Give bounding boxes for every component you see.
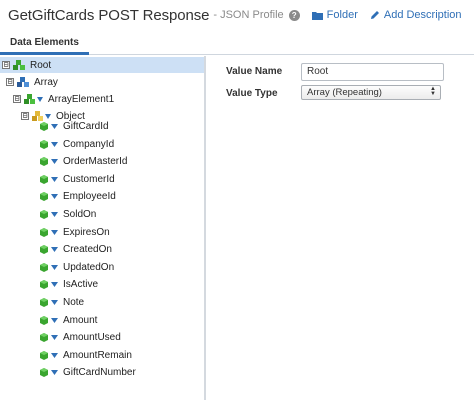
page-subtitle: - JSON Profile [213,9,284,21]
field-icon [40,297,58,307]
tree-node-label: SoldOn [63,208,97,220]
page-header: GetGiftCards POST Response - JSON Profil… [0,0,474,30]
tree-node-label: OrderMasterId [63,155,128,167]
tree-node-label: CreatedOn [63,243,112,255]
data-elements-tree: ⊟ Root ⊟ Array ⊟ ArrayElement1 ⊟ Object … [0,56,206,400]
collapse-toggle-icon[interactable]: ⊟ [13,95,21,103]
tree-node-field[interactable]: UpdatedOn [39,259,114,275]
help-icon[interactable]: ? [288,9,300,21]
tree-node-label: ArrayElement1 [48,93,115,105]
tree-node-label: AmountRemain [63,349,132,361]
collapse-toggle-icon[interactable]: ⊟ [21,112,29,120]
tree-node-field[interactable]: IsActive [39,276,98,292]
tree-node-array[interactable]: ⊟ Array [6,74,58,90]
field-icon [40,121,58,131]
tree-node-label: CompanyId [63,138,115,150]
tree-node-field[interactable]: AmountUsed [39,329,121,345]
field-icon [40,244,58,254]
field-icon [40,174,58,184]
page-title: GetGiftCards POST Response [8,6,210,24]
tree-node-field[interactable]: Note [39,294,84,310]
tree-node-field[interactable]: Amount [39,312,97,328]
tree-node-field[interactable]: AmountRemain [39,347,132,363]
pencil-icon [370,11,379,19]
tree-node-field[interactable]: OrderMasterId [39,153,127,169]
tab-bar: Data Elements [0,34,474,55]
tree-node-label: UpdatedOn [63,261,115,273]
field-icon [40,332,58,342]
field-icon [40,262,58,272]
tree-node-label: ExpiresOn [63,226,110,238]
tree-node-field[interactable]: GiftCardId [39,118,109,134]
select-arrows-icon: ▲ ▼ [430,86,436,97]
field-icon [40,279,58,289]
tree-node-label: AmountUsed [63,331,121,343]
add-description-label: Add Description [383,9,462,21]
tree-node-field[interactable]: ExpiresOn [39,224,110,240]
value-name-label: Value Name [226,66,283,77]
tree-node-label: IsActive [63,278,99,290]
array-element-icon [24,93,43,104]
field-icon [40,139,58,149]
tree-node-label: Array [34,76,58,88]
folder-link[interactable]: Folder [311,9,358,21]
field-icon [40,191,58,201]
tree-node-label: GiftCardId [63,120,109,132]
folder-icon [311,11,323,20]
tree-node-array-element[interactable]: ⊟ ArrayElement1 [13,91,114,107]
tree-node-label: EmployeeId [63,190,116,202]
folder-link-label: Folder [326,9,358,21]
tree-node-field[interactable]: SoldOn [39,206,96,222]
tree-node-label: GiftCardNumber [63,366,136,378]
field-icon [40,367,58,377]
tree-node-field[interactable]: CustomerId [39,171,115,187]
tree-node-field[interactable]: CreatedOn [39,241,112,257]
tree-node-field[interactable]: CompanyId [39,136,114,152]
tree-node-label: Note [63,296,85,308]
field-icon [40,209,58,219]
value-type-selected: Array (Repeating) [307,87,382,98]
field-icon [40,227,58,237]
tree-node-field[interactable]: GiftCardNumber [39,364,136,380]
value-type-select[interactable]: Array (Repeating) ▲ ▼ [301,85,441,100]
tree-node-field[interactable]: EmployeeId [39,188,116,204]
tree-node-label: CustomerId [63,173,115,185]
value-name-input[interactable]: Root [301,63,444,81]
tree-node-label: Amount [63,314,98,326]
add-description-link[interactable]: Add Description [370,9,462,21]
tree-node-label: Root [30,59,52,71]
tree-node-root[interactable]: ⊟ Root [0,57,204,73]
tab-data-elements[interactable]: Data Elements [0,34,89,55]
value-type-label: Value Type [226,88,278,99]
collapse-toggle-icon[interactable]: ⊟ [6,78,14,86]
root-group-icon [13,59,25,70]
collapse-toggle-icon[interactable]: ⊟ [2,61,10,69]
field-icon [40,156,58,166]
field-icon [40,315,58,325]
array-group-icon [17,76,29,87]
field-icon [40,350,58,360]
